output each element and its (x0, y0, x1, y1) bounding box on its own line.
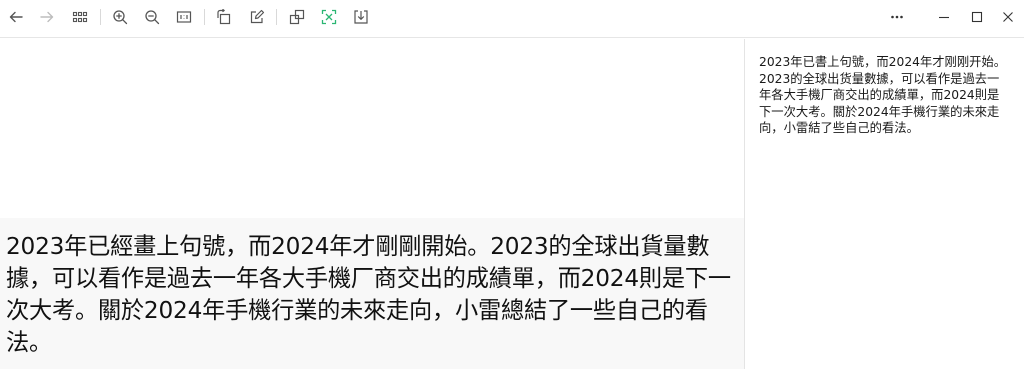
edit-button[interactable] (244, 6, 270, 28)
image-canvas[interactable]: 2023年已經畫上句號，而2024年才剛剛開始。2023的全球出貨量數據，可以看… (0, 39, 744, 369)
back-button[interactable] (3, 6, 29, 28)
copy-image-icon (289, 9, 305, 25)
arrow-left-icon (9, 11, 23, 23)
arrow-right-icon (40, 11, 54, 23)
actual-size-button[interactable] (171, 6, 197, 28)
minimize-icon (939, 16, 949, 19)
toolbar-separator (204, 9, 205, 25)
more-icon (891, 15, 903, 19)
actual-size-icon (176, 11, 192, 23)
zoom-out-button[interactable] (139, 6, 165, 28)
zoom-out-icon (145, 10, 160, 25)
minimize-button[interactable] (931, 6, 957, 28)
ocr-button[interactable] (316, 6, 342, 28)
copy-screenshot-button[interactable] (284, 6, 310, 28)
close-button[interactable] (995, 6, 1021, 28)
grid-view-button[interactable] (67, 6, 93, 28)
download-icon (354, 10, 368, 24)
zoom-in-button[interactable] (107, 6, 133, 28)
panel-scrollbar[interactable] (1013, 39, 1024, 369)
screenshot-image: 2023年已經畫上句號，而2024年才剛剛開始。2023的全球出貨量數據，可以看… (0, 218, 744, 369)
more-button[interactable] (884, 6, 910, 28)
toolbar-separator (100, 9, 101, 25)
rotate-icon (217, 9, 231, 25)
ocr-result-text[interactable]: 2023年已書上句號，而2024年才刚刚开始。2023的全球出货量數據，可以看作… (759, 54, 1011, 137)
zoom-in-icon (113, 10, 128, 25)
maximize-icon (971, 11, 983, 23)
text-recognition-icon (321, 9, 337, 25)
download-button[interactable] (348, 6, 374, 28)
maximize-button[interactable] (964, 6, 990, 28)
forward-button[interactable] (34, 6, 60, 28)
grid-icon (72, 11, 88, 23)
image-text: 2023年已經畫上句號，而2024年才剛剛開始。2023的全球出貨量數據，可以看… (6, 233, 731, 356)
close-icon (1003, 12, 1013, 22)
rotate-button[interactable] (211, 6, 237, 28)
edit-icon (250, 9, 265, 24)
image-viewer-toolbar (0, 0, 1024, 38)
ocr-result-panel: 2023年已書上句號，而2024年才刚刚开始。2023的全球出货量數據，可以看作… (745, 39, 1013, 369)
toolbar-separator (276, 9, 277, 25)
